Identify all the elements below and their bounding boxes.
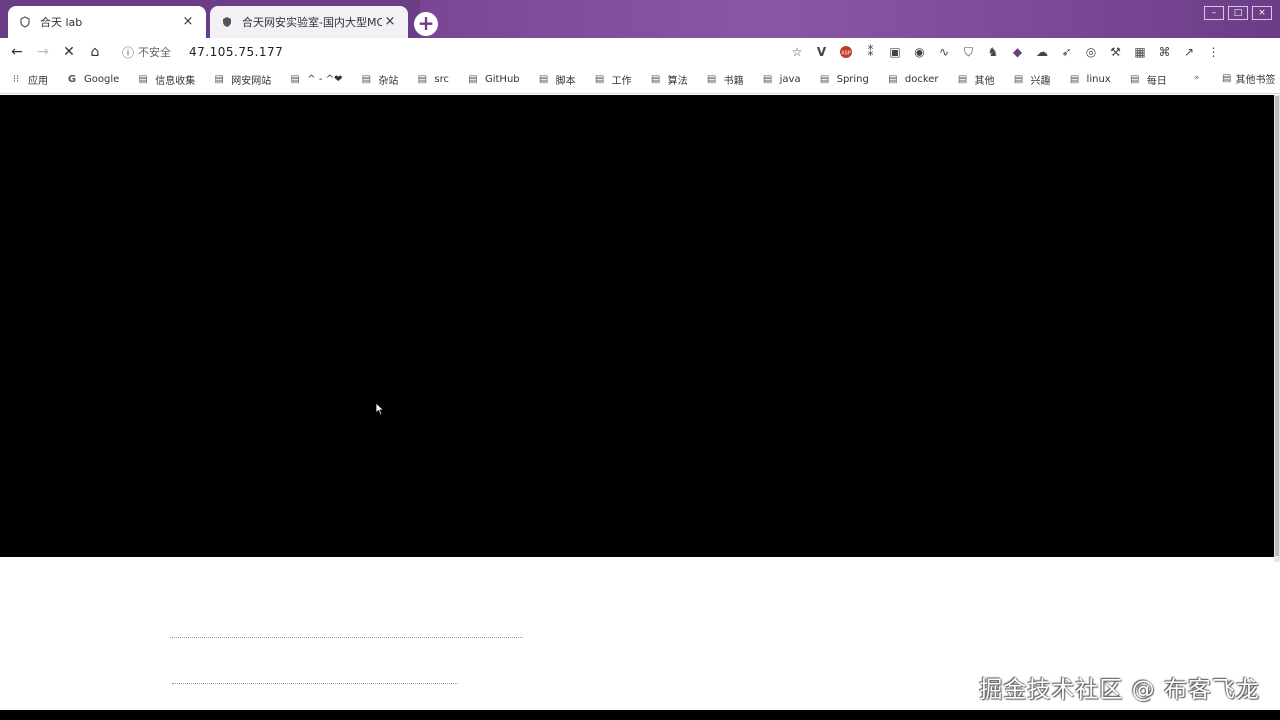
shield-favicon-icon (220, 15, 234, 29)
google-icon: G (67, 74, 77, 85)
window-controls: – □ × (1200, 6, 1272, 26)
bottom-bar (0, 710, 1280, 720)
video-area[interactable] (0, 95, 1274, 557)
extension-feather-icon[interactable]: ➶ (1056, 42, 1078, 62)
browser-toolbar: ← → ✕ ⌂ ⓘ 不安全 47.105.75.177 ☆ V ASP ⁑ ▣ … (0, 38, 1280, 66)
folder-icon: ▤ (138, 74, 148, 85)
extension-v-icon[interactable]: V (811, 42, 833, 62)
tab-title: 合天网安实验室-国内大型MOOC (242, 16, 382, 29)
window-close-icon[interactable]: × (1252, 6, 1272, 20)
bookmark-folder[interactable]: ▤ 工作 (594, 72, 632, 87)
bookmarks-bar: ⁝⁝ 应用 G Google ▤ 信息收集 ▤ 网安网站 ▤ ^ - ^❤ ▤ 杂站 ▤ sr… (0, 66, 1280, 94)
bookmark-folder[interactable]: ▤ 每日 (1129, 72, 1167, 87)
info-icon[interactable]: ⓘ (122, 44, 134, 61)
folder-icon: ▤ (1222, 73, 1232, 84)
tab-hetian-lab[interactable]: 合天 lab × (8, 6, 206, 38)
folder-icon: ▤ (1129, 74, 1140, 85)
extension-tools-icon[interactable]: ⚒ (1105, 42, 1127, 62)
back-arrow-icon[interactable]: ← (4, 39, 30, 65)
dotted-divider (172, 683, 458, 684)
folder-icon: ▤ (468, 74, 478, 85)
folder-icon: ▤ (819, 74, 830, 85)
folder-icon: ▤ (538, 74, 549, 85)
folder-icon: ▤ (594, 74, 605, 85)
bookmark-folder[interactable]: ▤ src (416, 74, 449, 86)
extension-wolf-icon[interactable]: ♞ (982, 42, 1004, 62)
extension-image-icon[interactable]: ▣ (884, 42, 906, 62)
bookmark-folder[interactable]: ▤ 信息收集 (137, 72, 196, 87)
bookmark-folder[interactable]: ▤ java (762, 74, 801, 86)
bookmark-folder[interactable]: ▤ 其他 (957, 72, 995, 87)
bookmark-google[interactable]: G Google (66, 74, 119, 86)
bookmark-folder[interactable]: ▤ 脚本 (538, 72, 576, 87)
forward-arrow-icon[interactable]: → (30, 39, 56, 65)
folder-icon: ▤ (1069, 74, 1080, 85)
bookmark-folder[interactable]: ▤ Spring (819, 74, 869, 86)
bookmark-folder[interactable]: ▤ GitHub (467, 74, 519, 86)
extension-cursor-icon[interactable]: ⁑ (860, 42, 882, 62)
menu-kebab-icon[interactable]: ⋮ (1203, 42, 1225, 62)
new-tab-button[interactable]: + (414, 12, 438, 36)
dotted-divider (170, 637, 523, 638)
extension-arrow-icon[interactable]: ↗ (1178, 42, 1200, 62)
bookmark-folder[interactable]: ▤ 书籍 (706, 72, 744, 87)
bookmark-folder[interactable]: ▤ ^ - ^❤ (289, 74, 343, 86)
security-label: 不安全 (138, 46, 172, 59)
minimize-icon[interactable]: – (1204, 6, 1224, 20)
extension-shield-icon[interactable]: ⛉ (958, 42, 980, 62)
bookmark-folder[interactable]: ▤ 网安网站 (213, 72, 272, 87)
url-text[interactable]: 47.105.75.177 (189, 45, 283, 59)
folder-icon: ▤ (888, 74, 898, 85)
watermark: 掘金技术社区 @ 布客飞龙 (979, 677, 1260, 703)
extension-ring-icon[interactable]: ◎ (1080, 42, 1102, 62)
bookmark-folder[interactable]: ▤ docker (887, 74, 938, 86)
extension-diamond-icon[interactable]: ◆ (1007, 42, 1029, 62)
stop-loading-icon[interactable]: ✕ (56, 39, 82, 65)
folder-icon: ▤ (706, 74, 717, 85)
bookmark-folder[interactable]: ▤ linux (1069, 74, 1111, 86)
tab-close-icon[interactable]: × (382, 14, 398, 30)
folder-icon: ▤ (650, 74, 661, 85)
maximize-icon[interactable]: □ (1228, 6, 1248, 20)
shield-favicon-icon (18, 15, 32, 29)
extension-asp-icon[interactable]: ASP (835, 42, 857, 62)
folder-icon: ▤ (957, 74, 968, 85)
extension-grid-icon[interactable]: ▦ (1129, 42, 1151, 62)
folder-icon: ▤ (762, 74, 773, 85)
tab-close-icon[interactable]: × (180, 14, 196, 30)
apps-icon: ⁝⁝ (12, 74, 20, 85)
tab-title: 合天 lab (40, 16, 83, 29)
bookmark-folder[interactable]: ▤ 杂站 (360, 72, 399, 87)
extension-globe-icon[interactable]: ◉ (909, 42, 931, 62)
bookmark-folder[interactable]: ▤ 兴趣 (1013, 72, 1051, 87)
extension-wave-icon[interactable]: ∿ (933, 42, 955, 62)
bookmark-apps[interactable]: ⁝⁝ 应用 (10, 72, 48, 87)
folder-icon: ▤ (290, 74, 300, 85)
svg-text:ASP: ASP (841, 51, 851, 57)
folder-icon: ▤ (214, 74, 224, 85)
extension-cloud-icon[interactable]: ☁ (1031, 42, 1053, 62)
address-bar[interactable]: ⓘ 不安全 47.105.75.177 (122, 40, 782, 64)
folder-icon: ▤ (1013, 74, 1024, 85)
bookmark-star-icon[interactable]: ☆ (786, 42, 808, 62)
tab-hetian-mooc[interactable]: 合天网安实验室-国内大型MOOC × (210, 6, 408, 38)
folder-icon: ▤ (361, 74, 372, 85)
home-icon[interactable]: ⌂ (82, 39, 108, 65)
extension-puzzle-icon[interactable]: ⌘ (1154, 42, 1176, 62)
bookmarks-overflow-icon[interactable]: » (1194, 73, 1200, 83)
bookmark-folder[interactable]: ▤ 算法 (650, 72, 688, 87)
folder-icon: ▤ (417, 74, 428, 85)
scrollbar-thumb[interactable] (1275, 96, 1279, 556)
other-bookmarks[interactable]: ▤ 其他书签 (1222, 71, 1275, 86)
mouse-cursor-icon (375, 401, 385, 420)
tab-strip: 合天 lab × 合天网安实验室-国内大型MOOC × + – □ × (0, 0, 1280, 38)
extensions-area: ☆ V ASP ⁑ ▣ ◉ ∿ ⛉ ♞ ◆ ☁ ➶ ◎ ⚒ ▦ ⌘ ↗ ⋮ (786, 42, 1227, 62)
